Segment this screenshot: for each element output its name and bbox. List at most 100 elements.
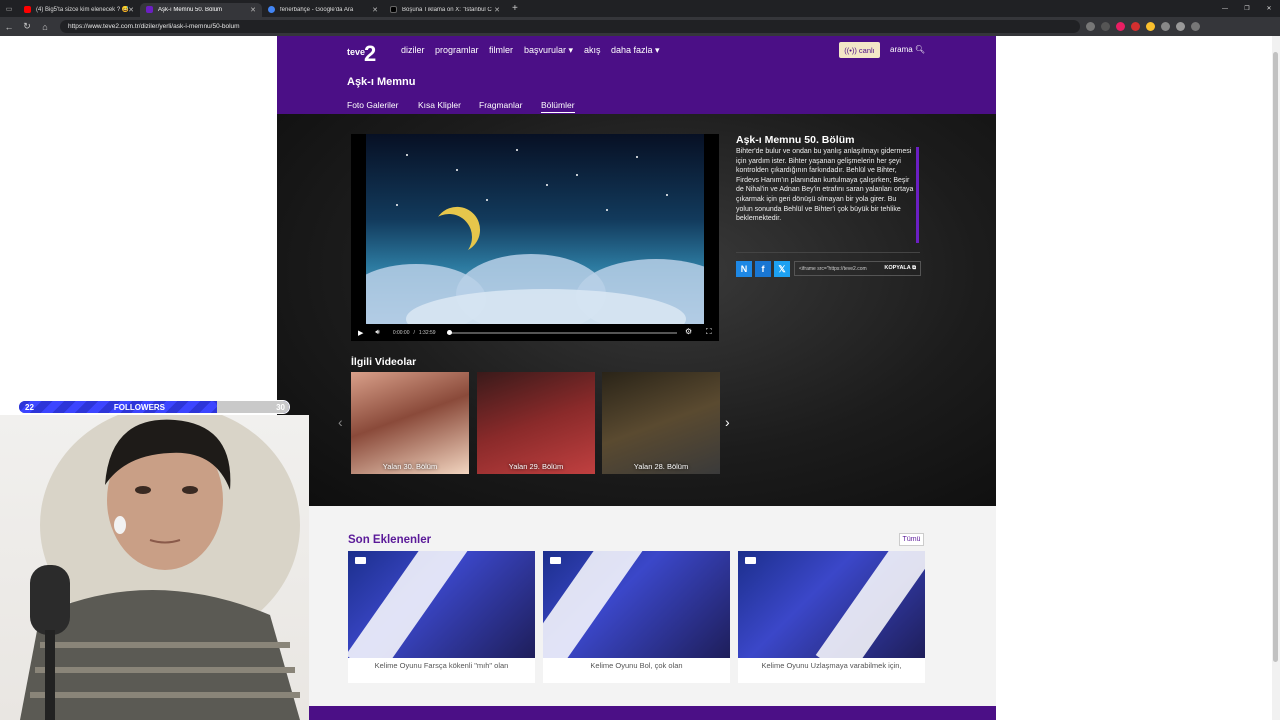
show-title[interactable]: Aşk-ı Memnu xyxy=(347,76,415,88)
recent-section: Son Eklenenler Tümü Kelime Oyunu Farsça … xyxy=(277,506,996,706)
facebook-share-icon[interactable]: f xyxy=(755,261,771,277)
site-footer xyxy=(277,706,996,720)
related-video-card[interactable]: Yalan 29. Bölüm xyxy=(477,372,595,474)
live-label: ((•)) canlı xyxy=(844,45,875,55)
video-player[interactable]: ▶ 🔊︎ 0:00:00 / 1:32:59 ⚙ ⛶ xyxy=(351,134,719,341)
address-bar-row: ← ↻ ⌂ https://www.teve2.com.tr/diziler/y… xyxy=(0,17,1280,36)
episode-title: Aşk-ı Memnu 50. Bölüm xyxy=(736,134,855,146)
video-thumbnail xyxy=(543,551,730,658)
followers-goal: 30 xyxy=(276,402,285,412)
progress-handle[interactable] xyxy=(447,330,452,335)
teve2-logo[interactable]: teve 2 xyxy=(347,39,383,66)
n-share-icon[interactable]: N xyxy=(736,261,752,277)
browser-tab[interactable]: fenerbahçe - Google'da Ara ✕ xyxy=(262,3,384,17)
browser-tab-bar: ▭ (4) Big5'ta sizce kim elenecek ? 😅 ✕ A… xyxy=(0,0,1280,17)
fullscreen-icon[interactable]: ⛶ xyxy=(706,327,712,337)
tab-kisa-klipler[interactable]: Kısa Klipler xyxy=(418,100,461,110)
description-scrollbar[interactable] xyxy=(916,147,919,243)
embed-code: <iframe src="https://teve2.com xyxy=(799,265,867,272)
profile-avatar-icon[interactable] xyxy=(1176,22,1185,31)
carousel-prev-icon[interactable]: ‹ xyxy=(338,414,343,430)
extension-icon[interactable] xyxy=(1086,22,1095,31)
tab-bolumler[interactable]: Bölümler xyxy=(541,100,575,113)
recent-video-title: Kelime Oyunu Uzlaşmaya varabilmek için, xyxy=(761,661,902,670)
url-field[interactable]: https://www.teve2.com.tr/diziler/yerli/a… xyxy=(60,20,1080,33)
close-tab-icon[interactable]: ✕ xyxy=(494,6,500,14)
streamer-webcam-image xyxy=(20,415,300,720)
copy-button[interactable]: KOPYALA ⧉ xyxy=(880,265,920,272)
related-video-card[interactable]: Yalan 30. Bölüm xyxy=(351,372,469,474)
player-controls: ▶ 🔊︎ 0:00:00 / 1:32:59 ⚙ ⛶ xyxy=(351,324,719,341)
browser-tab-active[interactable]: Aşk-ı Memnu 50. Bölüm ✕ xyxy=(140,2,262,17)
current-time: 0:00:00 xyxy=(392,329,410,336)
restore-icon[interactable]: ❐ xyxy=(1236,5,1258,12)
divider xyxy=(736,252,920,253)
nav-daha-fazla[interactable]: daha fazla ▾ xyxy=(611,45,660,56)
minimize-icon[interactable]: — xyxy=(1214,6,1236,12)
facebook-label: f xyxy=(761,264,765,274)
followers-label: FOLLOWERS xyxy=(113,402,166,412)
volume-icon[interactable]: 🔊︎ xyxy=(375,329,379,337)
reload-icon[interactable]: ↻ xyxy=(18,21,36,32)
recent-video-card[interactable]: Kelime Oyunu Farsça kökenli "mıh" olan xyxy=(348,551,535,683)
extension-icon[interactable] xyxy=(1116,22,1125,31)
video-thumbnail xyxy=(738,551,925,658)
close-tab-icon[interactable]: ✕ xyxy=(128,6,134,14)
close-window-icon[interactable]: ✕ xyxy=(1258,5,1280,12)
carousel-next-icon[interactable]: › xyxy=(725,414,730,430)
recent-video-card[interactable]: Kelime Oyunu Bol, çok olan xyxy=(543,551,730,683)
scrollbar-thumb[interactable] xyxy=(1273,52,1278,662)
play-icon[interactable]: ▶ xyxy=(358,329,363,337)
extensions-puzzle-icon[interactable] xyxy=(1161,22,1170,31)
related-video-card[interactable]: Yalan 28. Bölüm xyxy=(602,372,720,474)
related-video-title: Yalan 30. Bölüm xyxy=(382,462,438,471)
menu-icon[interactable] xyxy=(1191,22,1200,31)
recent-heading: Son Eklenenler xyxy=(348,534,432,546)
time-separator: / xyxy=(413,329,415,336)
nav-programlar[interactable]: programlar xyxy=(435,45,479,55)
settings-icon[interactable]: ⚙ xyxy=(685,327,692,336)
all-button[interactable]: Tümü xyxy=(899,533,924,546)
n-share-label: N xyxy=(740,264,748,274)
x-share-icon[interactable]: 𝕏 xyxy=(774,261,790,277)
extension-icon[interactable] xyxy=(1146,22,1155,31)
tab-title: Aşk-ı Memnu 50. Bölüm xyxy=(158,6,223,13)
nav-basvurular[interactable]: başvurular ▾ xyxy=(524,45,573,56)
duration: 1:32:59 xyxy=(418,329,436,336)
back-icon[interactable]: ← xyxy=(0,22,18,32)
x-label: 𝕏 xyxy=(778,263,786,274)
related-video-title: Yalan 28. Bölüm xyxy=(633,462,689,471)
live-button[interactable]: ((•)) canlı xyxy=(839,42,880,58)
browser-tab[interactable]: Boşuna Tıklama on X: "İstanbul C ✕ xyxy=(384,3,506,17)
browser-tab[interactable]: (4) Big5'ta sizce kim elenecek ? 😅 ✕ xyxy=(18,3,140,17)
progress-bar[interactable] xyxy=(447,330,677,335)
recent-video-title: Kelime Oyunu Bol, çok olan xyxy=(590,661,683,670)
search-label: arama xyxy=(890,45,913,54)
followers-goal-bar: 22 FOLLOWERS 30 xyxy=(18,400,290,414)
tab-fragmanlar[interactable]: Fragmanlar xyxy=(479,100,522,110)
video-camera-icon xyxy=(355,557,366,564)
nav-diziler[interactable]: diziler xyxy=(401,45,425,55)
episode-description: Bihter'de bulur ve ondan bu yanlış anlaş… xyxy=(736,148,914,223)
all-label: Tümü xyxy=(902,536,921,543)
tab-title: (4) Big5'ta sizce kim elenecek ? 😅 xyxy=(36,7,129,13)
extension-icon[interactable] xyxy=(1131,22,1140,31)
close-tab-icon[interactable]: ✕ xyxy=(372,6,378,14)
new-tab-button[interactable]: + xyxy=(512,3,518,14)
search-button[interactable]: arama 🔍︎ xyxy=(890,45,925,54)
tab-search-icon[interactable]: ▭ xyxy=(0,5,18,13)
teve2-page: teve 2 diziler programlar filmler başvur… xyxy=(277,36,996,720)
close-tab-icon[interactable]: ✕ xyxy=(250,6,256,14)
tab-foto-galeriler[interactable]: Foto Galeriler xyxy=(347,100,399,110)
nav-filmler[interactable]: filmler xyxy=(489,45,513,55)
related-heading: İlgili Videolar xyxy=(351,356,417,368)
recent-video-card[interactable]: Kelime Oyunu Uzlaşmaya varabilmek için, xyxy=(738,551,925,683)
teve2-favicon-icon xyxy=(146,6,153,13)
tab-title: Boşuna Tıklama on X: "İstanbul C xyxy=(402,6,492,13)
bookmark-star-icon[interactable] xyxy=(1101,22,1110,31)
embed-code-box[interactable]: <iframe src="https://teve2.com KOPYALA ⧉ xyxy=(794,261,921,276)
youtube-favicon-icon xyxy=(24,6,31,13)
nav-akis[interactable]: akış xyxy=(584,45,601,55)
home-icon[interactable]: ⌂ xyxy=(36,22,54,32)
page-scrollbar[interactable] xyxy=(1272,36,1280,720)
